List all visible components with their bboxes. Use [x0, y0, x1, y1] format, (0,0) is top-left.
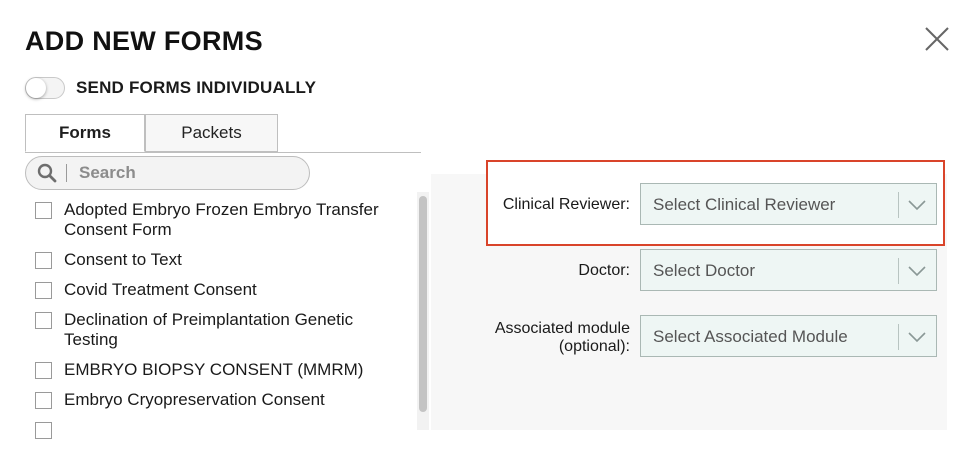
associated-module-select[interactable]: Select Associated Module	[640, 315, 937, 357]
doctor-select[interactable]: Select Doctor	[640, 249, 937, 291]
list-item[interactable]: Adopted Embryo Frozen Embryo Transfer Co…	[35, 200, 415, 240]
scrollbar-thumb[interactable]	[419, 196, 427, 412]
chevron-down-icon	[908, 266, 926, 277]
list-item[interactable]: EMBRYO BIOPSY CONSENT (MMRM)	[35, 360, 415, 380]
form-checkbox[interactable]	[35, 252, 52, 269]
form-label: Consent to Text	[64, 250, 182, 269]
close-icon[interactable]	[922, 24, 952, 54]
form-label: EMBRYO BIOPSY CONSENT (MMRM)	[64, 360, 364, 379]
select-separator	[898, 192, 899, 218]
form-label: Adopted Embryo Frozen Embryo Transfer Co…	[64, 200, 379, 239]
search-box	[25, 156, 310, 190]
form-checkbox[interactable]	[35, 282, 52, 299]
form-checkbox[interactable]	[35, 312, 52, 329]
form-checkbox[interactable]	[35, 422, 52, 439]
list-item[interactable]: Covid Treatment Consent	[35, 280, 415, 300]
list-item[interactable]: Declination of Preimplantation Genetic T…	[35, 310, 415, 350]
chevron-down-icon	[908, 332, 926, 343]
chevron-down-icon	[908, 200, 926, 211]
toggle-knob	[26, 78, 46, 98]
search-divider	[66, 164, 67, 182]
tab-packets[interactable]: Packets	[145, 114, 278, 152]
doctor-label: Doctor:	[578, 262, 630, 279]
tab-forms[interactable]: Forms	[25, 114, 145, 152]
select-separator	[898, 324, 899, 350]
associated-module-label-line2: (optional):	[558, 338, 630, 355]
form-checkbox[interactable]	[35, 362, 52, 379]
dialog-title: ADD NEW FORMS	[25, 26, 263, 56]
associated-module-label: Associated module (optional):	[450, 320, 630, 356]
send-individually-toggle[interactable]	[25, 77, 65, 99]
form-label: Declination of Preimplantation Genetic T…	[64, 310, 354, 349]
form-checkbox[interactable]	[35, 392, 52, 409]
select-separator	[898, 258, 899, 284]
clinical-reviewer-label: Clinical Reviewer:	[502, 196, 630, 213]
send-individually-row: SEND FORMS INDIVIDUALLY	[25, 77, 316, 99]
form-label: Embryo Cryopreservation Consent	[64, 390, 325, 409]
form-label: Covid Treatment Consent	[64, 280, 257, 299]
form-checkbox[interactable]	[35, 202, 52, 219]
form-list: Adopted Embryo Frozen Embryo Transfer Co…	[35, 200, 415, 449]
associated-module-value: Select Associated Module	[653, 327, 848, 346]
associated-module-label-line1: Associated module	[494, 320, 630, 337]
doctor-value: Select Doctor	[653, 261, 756, 280]
search-icon	[37, 163, 57, 183]
clinical-reviewer-select[interactable]: Select Clinical Reviewer	[640, 183, 937, 225]
list-item[interactable]: Embryo Cryopreservation Consent	[35, 390, 415, 410]
form-list-scrollbar[interactable]	[417, 192, 429, 430]
search-input[interactable]	[77, 162, 281, 184]
tab-bar: Forms Packets	[25, 114, 421, 153]
list-item[interactable]: Consent to Text	[35, 250, 415, 270]
clinical-reviewer-value: Select Clinical Reviewer	[653, 195, 836, 214]
send-individually-label: SEND FORMS INDIVIDUALLY	[76, 78, 317, 97]
